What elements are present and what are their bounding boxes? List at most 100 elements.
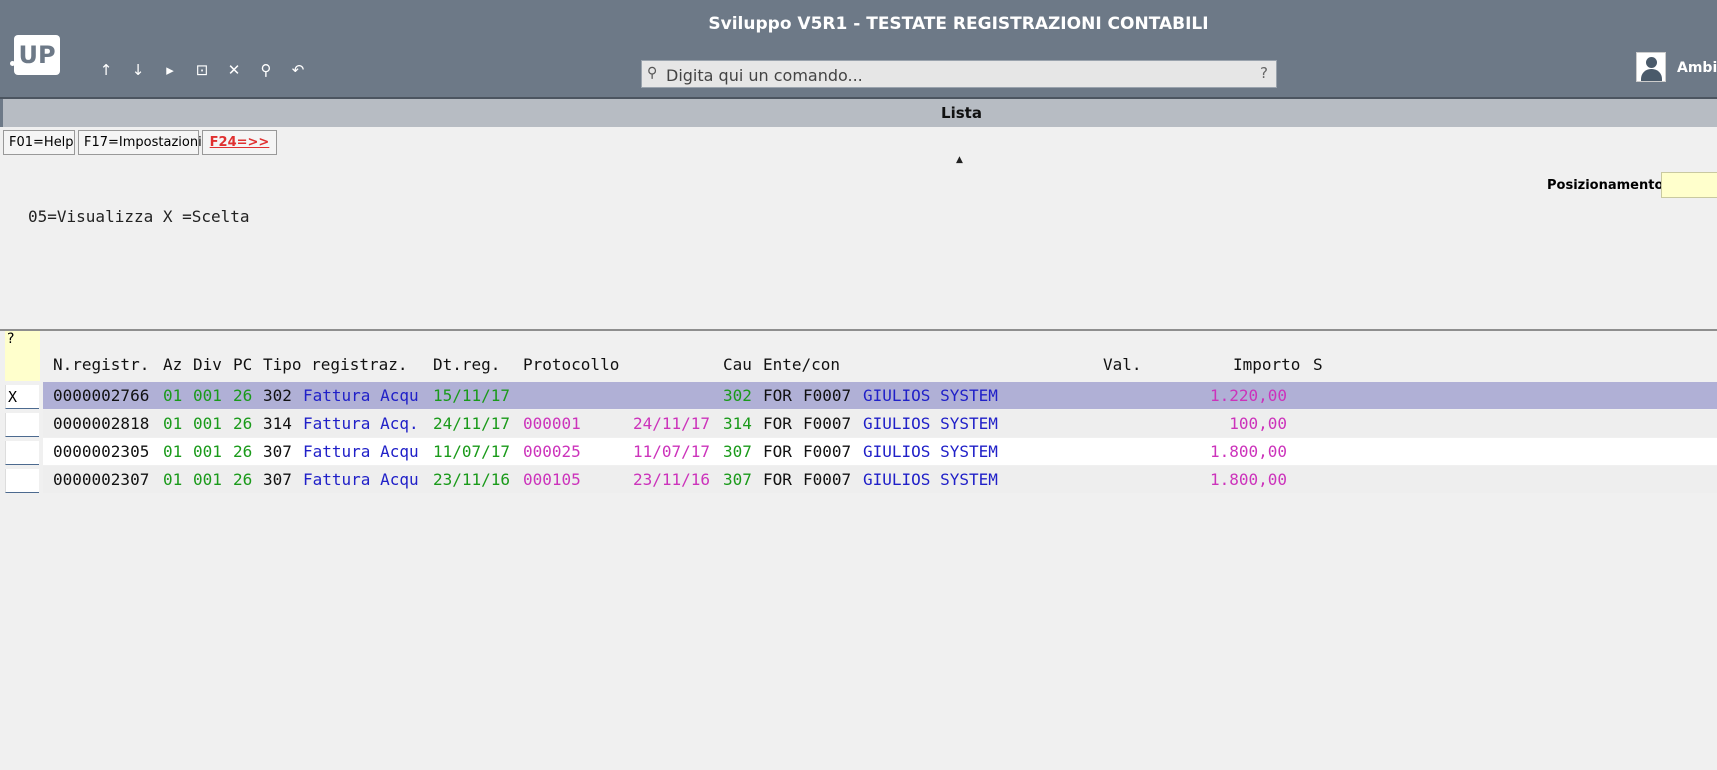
cell-cau: 307 <box>723 442 752 461</box>
cell-protocollo: 000105 <box>523 470 581 489</box>
col-cau: Cau <box>723 355 752 374</box>
table-header: N.registr. Az Div PC Tipo registraz. Dt.… <box>43 351 1717 378</box>
cell-protocollo: 000025 <box>523 442 581 461</box>
collapse-caret-icon[interactable]: ▲ <box>956 155 963 165</box>
cell-az: 01 <box>163 386 183 405</box>
search-icon[interactable]: ⚲ <box>256 60 276 80</box>
user-avatar-icon[interactable] <box>1636 52 1666 82</box>
cell-ente-name: GIULIOS SYSTEM <box>863 470 998 489</box>
cell-tipo-code: 302 <box>263 386 292 405</box>
undo-icon[interactable]: ↶ <box>288 60 308 80</box>
cell-cau: 302 <box>723 386 752 405</box>
cell-ente-type: FOR <box>763 442 792 461</box>
search-icon: ⚲ <box>647 65 658 81</box>
panel-title: Lista <box>941 104 982 122</box>
f24-more-button[interactable]: F24=>> <box>202 130 277 155</box>
cell-tipo-code: 307 <box>263 470 292 489</box>
panel-header: Lista <box>0 99 1717 127</box>
cell-dtreg: 23/11/16 <box>433 470 511 489</box>
cell-importo: 1.220,00 <box>1209 386 1287 405</box>
row-selection-input[interactable] <box>5 469 39 493</box>
cell-tipo-desc: Fattura Acq. <box>303 414 419 433</box>
cell-ente-type: FOR <box>763 386 792 405</box>
cell-dtreg: 24/11/17 <box>433 414 511 433</box>
table-row[interactable]: 0000002305 01 001 26 307 Fattura Acqu 11… <box>43 438 1717 465</box>
col-az: Az <box>163 355 183 374</box>
cell-div: 001 <box>193 470 222 489</box>
positioning-label: Posizionamento: <box>1547 178 1669 193</box>
command-bar: ⚲ ? <box>641 60 1277 88</box>
col-div: Div <box>193 355 222 374</box>
command-input[interactable] <box>664 63 1248 87</box>
cell-div: 001 <box>193 414 222 433</box>
cell-nreg: 0000002305 <box>53 442 150 461</box>
positioning-input[interactable] <box>1661 172 1717 198</box>
col-tipo: Tipo registraz. <box>263 355 408 374</box>
cell-pc: 26 <box>233 470 253 489</box>
row-selection-input[interactable] <box>5 441 39 465</box>
app-logo[interactable]: UP <box>10 35 60 75</box>
arrow-up-icon[interactable]: ↑ <box>96 60 116 80</box>
cell-ente-code: F0007 <box>803 470 852 489</box>
cell-dtreg: 15/11/17 <box>433 386 511 405</box>
arrow-down-icon[interactable]: ↓ <box>128 60 148 80</box>
table-row[interactable]: 0000002307 01 001 26 307 Fattura Acqu 23… <box>43 466 1717 493</box>
cell-ente-name: GIULIOS SYSTEM <box>863 442 998 461</box>
cell-cau: 314 <box>723 414 752 433</box>
cell-az: 01 <box>163 470 183 489</box>
cell-cau: 307 <box>723 470 752 489</box>
options-legend: 05=Visualizza X =Scelta <box>28 207 250 226</box>
cell-importo: 1.800,00 <box>1209 442 1287 461</box>
col-s: S <box>1313 355 1323 374</box>
cell-ente-name: GIULIOS SYSTEM <box>863 414 998 433</box>
cell-tipo-desc: Fattura Acqu <box>303 442 419 461</box>
cell-tipo-desc: Fattura Acqu <box>303 470 419 489</box>
cell-tipo-code: 314 <box>263 414 292 433</box>
col-ente: Ente/con <box>763 355 841 374</box>
cell-pc: 26 <box>233 414 253 433</box>
table-row[interactable]: 0000002818 01 001 26 314 Fattura Acq. 24… <box>43 410 1717 437</box>
cell-importo: 100,00 <box>1229 414 1287 433</box>
cell-az: 01 <box>163 442 183 461</box>
col-val: Val. <box>1103 355 1142 374</box>
cell-tipo-desc: Fattura Acqu <box>303 386 419 405</box>
cell-ente-code: F0007 <box>803 414 852 433</box>
cell-div: 001 <box>193 442 222 461</box>
cell-nreg: 0000002766 <box>53 386 150 405</box>
cell-nreg: 0000002818 <box>53 414 150 433</box>
cell-pc: 26 <box>233 442 253 461</box>
play-icon[interactable]: ▸ <box>160 60 180 80</box>
cell-ente-type: FOR <box>763 414 792 433</box>
cell-importo: 1.800,00 <box>1209 470 1287 489</box>
cell-az: 01 <box>163 414 183 433</box>
cell-div: 001 <box>193 386 222 405</box>
user-name[interactable]: Ambie <box>1677 60 1717 76</box>
table-row[interactable]: 0000002766 01 001 26 302 Fattura Acqu 15… <box>43 382 1717 409</box>
cell-nreg: 0000002307 <box>53 470 150 489</box>
col-nreg: N.registr. <box>53 355 150 374</box>
cell-tipo-code: 307 <box>263 442 292 461</box>
cell-pc: 26 <box>233 386 253 405</box>
col-protocollo: Protocollo <box>523 355 620 374</box>
selection-help[interactable]: ? <box>5 331 40 381</box>
cell-ente-name: GIULIOS SYSTEM <box>863 386 998 405</box>
cell-prot-date: 11/07/17 <box>633 442 711 461</box>
cell-dtreg: 11/07/17 <box>433 442 511 461</box>
row-selection-input[interactable] <box>5 413 39 437</box>
window-title: Sviluppo V5R1 - TESTATE REGISTRAZIONI CO… <box>708 14 1209 34</box>
close-icon[interactable]: ✕ <box>224 60 244 80</box>
col-pc: PC <box>233 355 253 374</box>
row-selection-input[interactable] <box>5 385 39 409</box>
col-dtreg: Dt.reg. <box>433 355 501 374</box>
divider <box>0 329 1717 331</box>
f01-help-button[interactable]: F01=Help <box>3 130 75 155</box>
cell-ente-type: FOR <box>763 470 792 489</box>
command-help-button[interactable]: ? <box>1260 64 1268 82</box>
cell-prot-date: 23/11/16 <box>633 470 711 489</box>
cell-protocollo: 000001 <box>523 414 581 433</box>
f17-settings-button[interactable]: F17=Impostazioni <box>78 130 202 155</box>
title-bar: Sviluppo V5R1 - TESTATE REGISTRAZIONI CO… <box>0 0 1717 99</box>
col-importo: Importo <box>1233 355 1301 374</box>
cell-ente-code: F0007 <box>803 442 852 461</box>
terminal-icon[interactable]: ⊡ <box>192 60 212 80</box>
